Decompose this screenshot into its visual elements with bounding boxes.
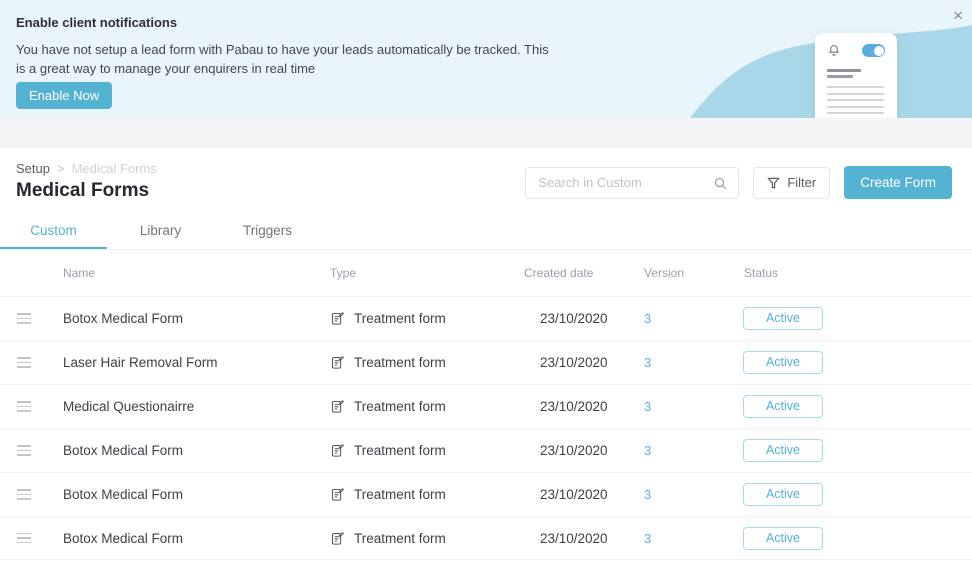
table-row: Medical Questionairre Treatment form 23/… (0, 384, 972, 428)
table-body: Botox Medical Form Treatment form 23/10/… (0, 296, 972, 560)
tab-library[interactable]: Library (107, 218, 214, 249)
create-form-button[interactable]: Create Form (844, 166, 952, 199)
row-type-label: Treatment form (354, 311, 446, 326)
row-type-label: Treatment form (354, 399, 446, 414)
filter-button-label: Filter (787, 175, 817, 190)
close-icon[interactable]: × (953, 7, 963, 24)
breadcrumb-separator: > (56, 161, 65, 176)
tab-custom[interactable]: Custom (0, 218, 107, 249)
drag-handle-icon[interactable] (14, 398, 34, 415)
row-version[interactable]: 3 (630, 443, 730, 458)
drag-handle-icon[interactable] (14, 486, 34, 503)
illustration-text-lines (827, 69, 885, 118)
row-version[interactable]: 3 (630, 399, 730, 414)
main-content: Setup > Medical Forms Medical Forms Filter (0, 148, 972, 560)
treatment-form-icon (331, 487, 345, 501)
breadcrumb: Setup > Medical Forms (16, 161, 157, 176)
table-row: Botox Medical Form Treatment form 23/10/… (0, 516, 972, 560)
drag-handle-icon[interactable] (14, 530, 34, 547)
column-header-name: Name (63, 266, 96, 280)
table-row: Botox Medical Form Treatment form 23/10/… (0, 428, 972, 472)
notification-banner: × Enable client notifications You have n… (0, 0, 972, 118)
row-version[interactable]: 3 (630, 531, 730, 546)
status-badge[interactable]: Active (743, 351, 823, 374)
search-input[interactable] (526, 167, 739, 198)
filter-button[interactable]: Filter (753, 166, 831, 199)
row-type-label: Treatment form (354, 487, 446, 502)
drag-handle-icon[interactable] (14, 442, 34, 459)
funnel-icon (767, 177, 781, 188)
page-title: Medical Forms (16, 180, 150, 201)
banner-body-line-2: is a great way to manage your enquirers … (16, 61, 316, 76)
toggle-knob (873, 45, 884, 56)
toolbar: Filter Create Form (525, 166, 952, 199)
treatment-form-icon (331, 311, 345, 325)
forms-table: Name Type Created date Version Status Bo… (0, 250, 972, 560)
row-name[interactable]: Botox Medical Form (48, 311, 315, 326)
status-badge[interactable]: Active (743, 526, 823, 550)
row-created-date: 23/10/2020 (540, 399, 608, 414)
treatment-form-icon (331, 531, 345, 545)
notifications-toggle[interactable] (862, 44, 885, 57)
notification-illustration-card (815, 33, 897, 118)
status-badge[interactable]: Active (743, 307, 823, 330)
breadcrumb-current: Medical Forms (71, 161, 157, 176)
column-header-created-date: Created date (524, 266, 594, 280)
status-badge[interactable]: Active (743, 483, 823, 506)
search-icon (715, 177, 727, 189)
background-strip (0, 118, 972, 148)
column-header-status: Status (744, 266, 779, 280)
table-row: Botox Medical Form Treatment form 23/10/… (0, 296, 972, 340)
treatment-form-icon (331, 399, 345, 413)
row-name[interactable]: Botox Medical Form (48, 443, 315, 458)
table-row: Botox Medical Form Treatment form 23/10/… (0, 472, 972, 516)
row-type-label: Treatment form (354, 355, 446, 370)
row-version[interactable]: 3 (630, 355, 730, 370)
table-header-row: Name Type Created date Version Status (0, 250, 972, 296)
row-created-date: 23/10/2020 (540, 487, 608, 502)
row-name[interactable]: Medical Questionairre (48, 399, 315, 414)
row-name[interactable]: Botox Medical Form (48, 487, 315, 502)
banner-title: Enable client notifications (16, 15, 178, 30)
column-header-version: Version (644, 266, 685, 280)
row-created-date: 23/10/2020 (540, 355, 608, 370)
row-created-date: 23/10/2020 (540, 443, 608, 458)
row-version[interactable]: 3 (630, 311, 730, 326)
column-header-type: Type (330, 266, 357, 280)
row-created-date: 23/10/2020 (540, 311, 608, 326)
table-row: Laser Hair Removal Form Treatment form 2… (0, 340, 972, 384)
status-badge[interactable]: Active (743, 395, 823, 418)
enable-now-button[interactable]: Enable Now (16, 82, 113, 109)
banner-body-line-1: You have not setup a lead form with Paba… (16, 42, 549, 57)
drag-handle-icon[interactable] (14, 354, 34, 371)
breadcrumb-setup[interactable]: Setup (16, 161, 50, 176)
row-created-date: 23/10/2020 (540, 530, 608, 546)
page-header: Setup > Medical Forms Medical Forms Filter (0, 148, 972, 218)
search-box (525, 166, 740, 199)
row-version[interactable]: 3 (630, 487, 730, 502)
drag-handle-icon[interactable] (14, 310, 34, 327)
bell-icon (828, 44, 840, 56)
row-name[interactable]: Botox Medical Form (48, 531, 315, 546)
tab-bar: Custom Library Triggers (0, 218, 972, 250)
row-name[interactable]: Laser Hair Removal Form (48, 355, 315, 370)
status-badge[interactable]: Active (743, 439, 823, 462)
treatment-form-icon (331, 355, 345, 369)
row-type-label: Treatment form (354, 443, 446, 458)
tab-triggers[interactable]: Triggers (214, 218, 321, 249)
row-type-label: Treatment form (354, 530, 446, 546)
treatment-form-icon (331, 443, 345, 457)
medical-forms-page: × Enable client notifications You have n… (0, 0, 972, 561)
banner-body: You have not setup a lead form with Paba… (16, 40, 549, 78)
